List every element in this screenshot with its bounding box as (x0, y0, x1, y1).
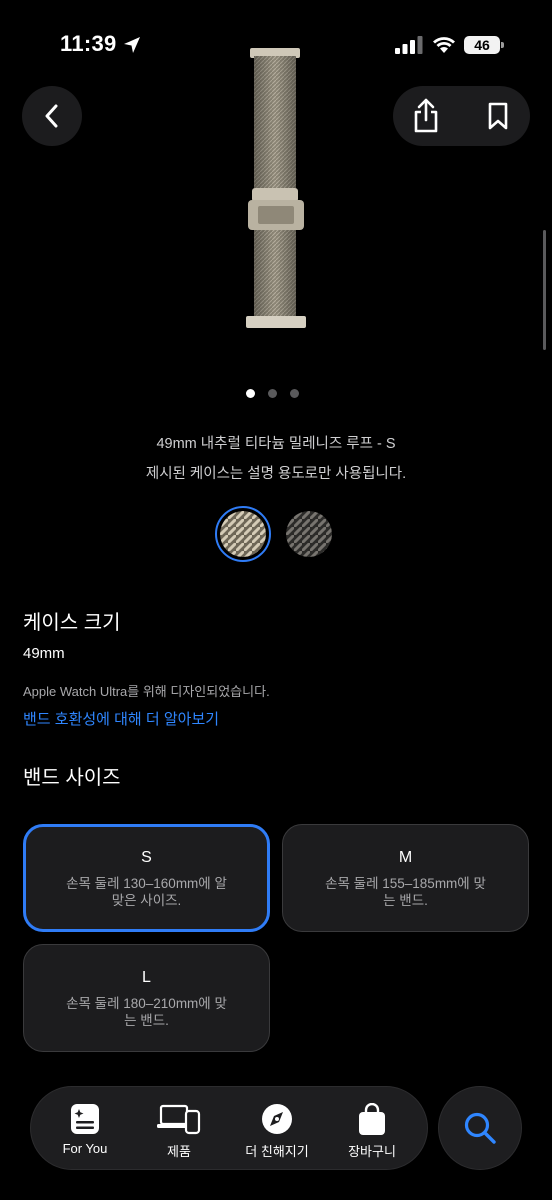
tab-label: 제품 (167, 1144, 191, 1159)
band-size-label: M (398, 849, 413, 866)
share-icon (414, 98, 438, 133)
band-size-option-m[interactable]: M 손목 둘레 155–185mm에 맞는 밴드. (282, 824, 529, 932)
case-notice: 제시된 케이스는 설명 용도로만 사용됩니다. (145, 466, 407, 482)
search-icon (464, 1112, 496, 1144)
mesh-texture-black (286, 511, 332, 557)
status-time: 11:39 (60, 31, 117, 56)
search-button[interactable] (438, 1086, 522, 1170)
battery-icon: 46 (464, 34, 504, 56)
compass-icon (262, 1104, 292, 1134)
location-arrow-icon (124, 37, 140, 53)
product-image (246, 48, 306, 328)
band-size-label: L (142, 969, 151, 986)
designed-for-text: Apple Watch Ultra를 위해 디자인되었습니다. (23, 684, 270, 699)
case-size-value: 49mm (23, 645, 65, 662)
tab-bag[interactable]: 장바구니 (324, 1087, 420, 1171)
band-compatibility-link[interactable]: 밴드 호환성에 대해 더 알아보기 (23, 708, 219, 729)
case-size-title: 케이스 크기 (23, 612, 121, 634)
band-size-description: 손목 둘레 180–210mm에 맞는 밴드. (66, 996, 227, 1028)
band-size-description: 손목 둘레 130–160mm에 알맞은 사이즈. (66, 876, 227, 908)
bookmark-button[interactable] (473, 86, 523, 146)
cellular-signal-icon (395, 36, 423, 54)
carousel-dot[interactable] (246, 389, 255, 398)
band-size-label: S (141, 849, 152, 866)
carousel-dots[interactable] (246, 389, 308, 399)
tab-get-to-know[interactable]: 더 친해지기 (229, 1087, 325, 1171)
tab-for-you[interactable]: For You (37, 1087, 133, 1171)
bookmark-icon (488, 102, 508, 130)
bag-icon (359, 1103, 385, 1135)
swatch-natural-titanium[interactable] (215, 506, 271, 562)
tab-products[interactable]: 제품 (131, 1087, 227, 1171)
scroll-indicator (543, 230, 546, 350)
carousel-dot[interactable] (268, 389, 277, 398)
products-icon (157, 1104, 201, 1135)
band-size-option-s[interactable]: S 손목 둘레 130–160mm에 알맞은 사이즈. (23, 824, 270, 932)
band-size-title: 밴드 사이즈 (23, 767, 121, 789)
action-pill (393, 86, 530, 146)
for-you-icon (71, 1104, 99, 1134)
band-size-description: 손목 둘레 155–185mm에 맞는 밴드. (325, 876, 486, 908)
swatch-black-titanium[interactable] (281, 506, 337, 562)
product-name: 49mm 내추럴 티타늄 밀레니즈 루프 - S (156, 436, 396, 452)
band-size-option-l[interactable]: L 손목 둘레 180–210mm에 맞는 밴드. (23, 944, 270, 1052)
tab-label: 더 친해지기 (245, 1144, 309, 1159)
mesh-texture-natural (220, 511, 266, 557)
back-button[interactable] (22, 86, 82, 146)
tab-label: For You (62, 1141, 108, 1156)
chevron-left-icon (45, 104, 58, 128)
battery-level: 46 (464, 36, 500, 54)
share-button[interactable] (401, 86, 451, 146)
tab-bar: For You 제품 더 친해지기 장바구니 (30, 1086, 428, 1170)
carousel-dot[interactable] (290, 389, 299, 398)
tab-label: 장바구니 (348, 1144, 396, 1159)
wifi-icon (433, 37, 455, 53)
